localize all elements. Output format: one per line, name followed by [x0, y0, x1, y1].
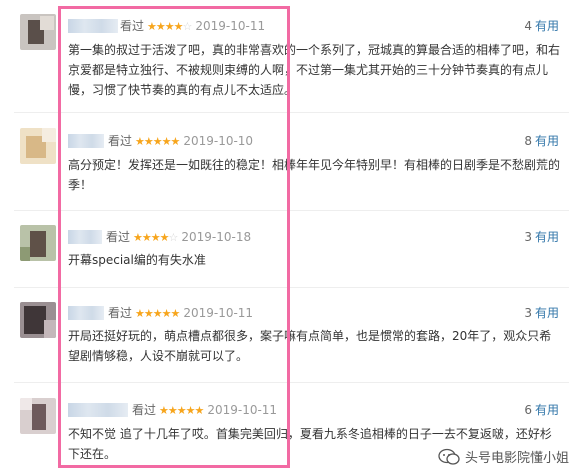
avatar[interactable]	[20, 398, 56, 434]
vote-area: 8 有用	[524, 133, 559, 149]
vote-count: 4	[524, 19, 532, 33]
rating-stars: ★★★★☆	[133, 231, 178, 244]
divider	[14, 287, 569, 288]
username-blurred[interactable]	[68, 134, 104, 148]
watched-label: 看过	[108, 306, 133, 320]
vote-area: 3 有用	[524, 229, 559, 245]
watched-label: 看过	[120, 19, 145, 33]
username-blurred[interactable]	[68, 403, 128, 417]
review-date: 2019-10-11	[207, 403, 278, 417]
avatar[interactable]	[20, 225, 56, 261]
review-date: 2019-10-11	[183, 306, 254, 320]
rating-stars: ★★★★★	[135, 135, 180, 148]
review-text: 开局还挺好玩的，萌点槽点都很多，案子嘛有点简单，也是惯常的套路，20年了，观众只…	[68, 329, 552, 363]
useful-button[interactable]: 有用	[535, 403, 559, 417]
rating-stars: ★★★★★	[135, 307, 180, 320]
watermark: 头号电影院懂小姐	[438, 447, 569, 466]
vote-count: 3	[524, 230, 532, 244]
avatar[interactable]	[20, 302, 56, 338]
review-meta: 看过 ★★★★★ 2019-10-10	[108, 133, 253, 150]
vote-count: 3	[524, 306, 532, 320]
review-date: 2019-10-18	[181, 230, 252, 244]
review-meta: 看过 ★★★★☆ 2019-10-11	[120, 18, 265, 35]
divider	[14, 210, 569, 211]
divider	[14, 382, 569, 383]
review-date: 2019-10-11	[195, 19, 266, 33]
rating-stars: ★★★★★	[159, 404, 204, 417]
review-meta: 看过 ★★★★☆ 2019-10-18	[106, 229, 251, 246]
username-blurred[interactable]	[68, 230, 102, 244]
rating-stars: ★★★★☆	[147, 20, 192, 33]
review-date: 2019-10-10	[183, 134, 254, 148]
vote-count: 8	[524, 134, 532, 148]
avatar[interactable]	[20, 128, 56, 164]
useful-button[interactable]: 有用	[535, 134, 559, 148]
watched-label: 看过	[132, 403, 157, 417]
review-text: 开幕special编的有失水准	[68, 253, 206, 267]
review-text: 高分预定！发挥还是一如既往的稳定！相棒年年见今年特别早！有相棒的日剧季是不愁剧荒…	[68, 158, 561, 192]
chat-bubble-icon	[438, 448, 460, 465]
review-meta: 看过 ★★★★★ 2019-10-11	[108, 305, 253, 322]
watermark-text: 头号电影院懂小姐	[464, 451, 569, 466]
username-blurred[interactable]	[68, 19, 118, 33]
useful-button[interactable]: 有用	[535, 19, 559, 33]
vote-area: 4 有用	[524, 18, 559, 34]
watched-label: 看过	[106, 230, 131, 244]
username-blurred[interactable]	[68, 306, 104, 320]
vote-count: 6	[524, 403, 532, 417]
vote-area: 3 有用	[524, 305, 559, 321]
divider	[14, 112, 569, 113]
vote-area: 6 有用	[524, 402, 559, 418]
avatar[interactable]	[20, 14, 56, 50]
useful-button[interactable]: 有用	[535, 306, 559, 320]
useful-button[interactable]: 有用	[535, 230, 559, 244]
review-text: 第一集的叔过于活泼了吧，真的非常喜欢的一个系列了，冠城真的算最合适的相棒了吧，和…	[68, 43, 561, 97]
review-meta: 看过 ★★★★★ 2019-10-11	[132, 402, 277, 419]
watched-label: 看过	[108, 134, 133, 148]
